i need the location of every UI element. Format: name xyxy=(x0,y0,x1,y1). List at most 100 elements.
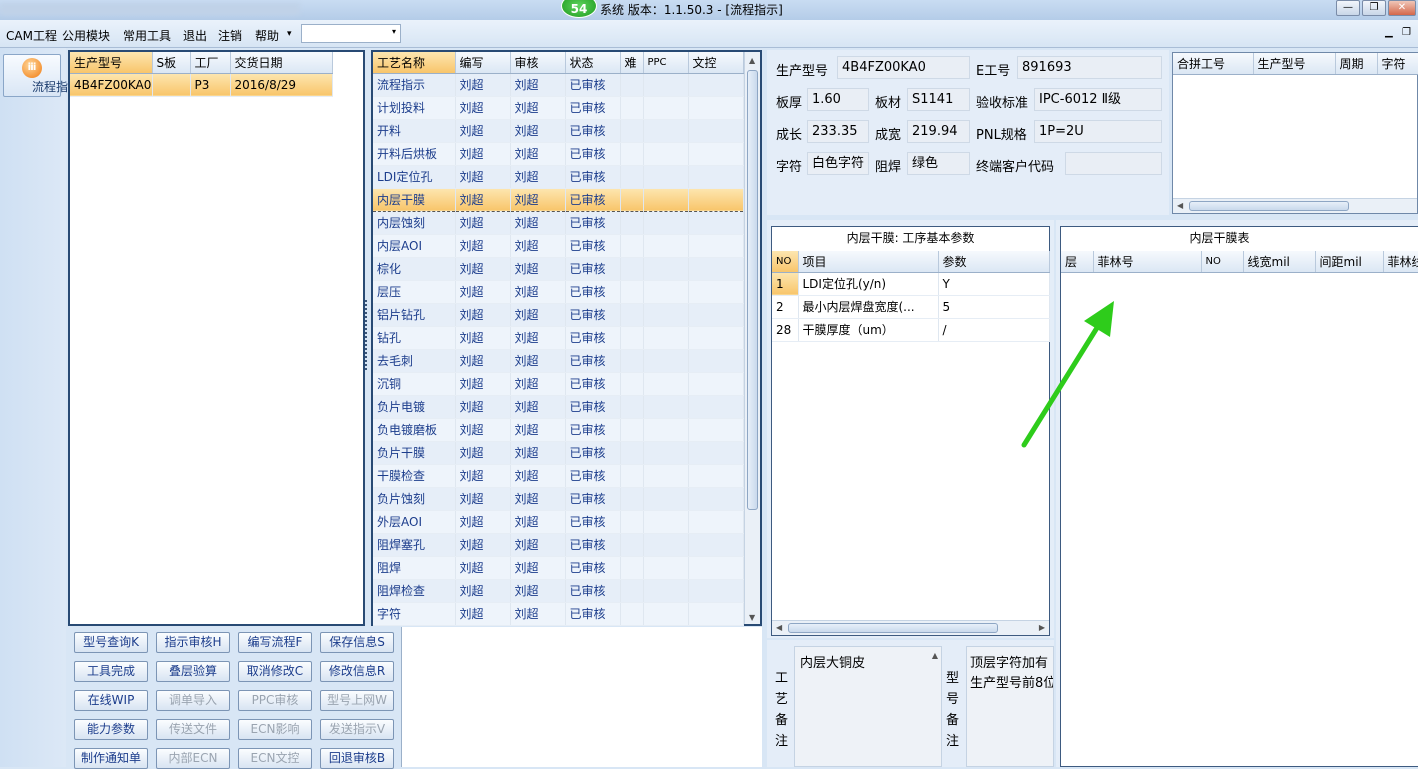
customer-code-field[interactable] xyxy=(1065,152,1162,175)
craft-note-box[interactable]: 内层大铜皮 ▲ xyxy=(794,646,942,767)
help-dropdown-icon[interactable]: ▾ xyxy=(287,29,292,39)
table-row[interactable]: 1 LDI定位孔(y/n) Y xyxy=(772,272,1050,296)
mdi-restore-button[interactable]: ❐ xyxy=(1402,27,1411,38)
scroll-thumb[interactable] xyxy=(747,70,758,510)
solder-mask-field[interactable]: 绿色 xyxy=(907,152,970,175)
col-spacing[interactable]: 间距mil xyxy=(1315,251,1384,273)
scroll-left-icon[interactable]: ◀ xyxy=(776,623,782,632)
pnl-spec-field[interactable]: 1P=2U xyxy=(1034,120,1162,143)
table-row[interactable]: 外层AOI 刘超 刘超 已审核 xyxy=(373,510,744,534)
table-row[interactable]: 内层AOI 刘超 刘超 已审核 xyxy=(373,234,744,258)
col-status[interactable]: 状态 xyxy=(565,52,621,74)
table-row[interactable]: 负电镀磨板 刘超 刘超 已审核 xyxy=(373,418,744,442)
mdi-minimize-button[interactable]: ▁ xyxy=(1385,27,1393,38)
restore-button[interactable]: ❐ xyxy=(1362,0,1386,16)
action-button[interactable]: 回退审核B xyxy=(320,748,394,769)
scroll-thumb[interactable] xyxy=(788,623,998,633)
table-row[interactable]: 负片电镀 刘超 刘超 已审核 xyxy=(373,395,744,419)
col-model[interactable]: 生产型号 xyxy=(70,52,153,74)
scroll-up-icon[interactable]: ▲ xyxy=(932,651,938,660)
scroll-thumb[interactable] xyxy=(1189,201,1349,211)
col-s-board[interactable]: S板 xyxy=(152,52,191,74)
model-note-box[interactable]: 顶层字符加有 生产型号前8位 xyxy=(966,646,1054,767)
col-merge-no[interactable]: 合拼工号 xyxy=(1173,53,1254,75)
merge-horizontal-scrollbar[interactable]: ◀ xyxy=(1173,198,1417,213)
col-factory[interactable]: 工厂 xyxy=(190,52,231,74)
action-button[interactable]: 型号上网W xyxy=(320,690,394,711)
col-film-index[interactable]: NO xyxy=(1201,251,1244,273)
col-film-no[interactable]: 菲林号 xyxy=(1093,251,1202,273)
col-param-item[interactable]: 项目 xyxy=(798,251,939,273)
col-film-line[interactable]: 菲林线 xyxy=(1383,251,1418,273)
table-row[interactable]: 字符 刘超 刘超 已审核 xyxy=(373,602,744,626)
thickness-field[interactable]: 1.60 xyxy=(807,88,869,111)
action-button[interactable]: 修改信息R xyxy=(320,661,394,682)
params-horizontal-scrollbar[interactable]: ◀ ▶ xyxy=(772,620,1049,635)
e-number-field[interactable]: 891693 xyxy=(1017,56,1162,79)
action-button[interactable]: 内部ECN xyxy=(156,748,230,769)
table-row[interactable]: 沉铜 刘超 刘超 已审核 xyxy=(373,372,744,396)
menu-combo-box[interactable]: ▾ xyxy=(301,24,401,43)
col-merge-char[interactable]: 字符 xyxy=(1377,53,1418,75)
menu-common-tools[interactable]: 常用工具 xyxy=(123,27,171,44)
action-button[interactable]: 指示审核H xyxy=(156,632,230,653)
action-button[interactable]: 叠层验算 xyxy=(156,661,230,682)
table-row[interactable]: 棕化 刘超 刘超 已审核 xyxy=(373,257,744,281)
action-button[interactable]: 发送指示V xyxy=(320,719,394,740)
length-field[interactable]: 233.35 xyxy=(807,120,869,143)
table-row[interactable]: 开料后烘板 刘超 刘超 已审核 xyxy=(373,142,744,166)
table-row[interactable]: 阻焊检查 刘超 刘超 已审核 xyxy=(373,579,744,603)
col-difficulty[interactable]: 难 xyxy=(620,52,644,74)
col-line-width[interactable]: 线宽mil xyxy=(1243,251,1316,273)
action-button[interactable]: 型号查询K xyxy=(74,632,148,653)
action-button[interactable]: 保存信息S xyxy=(320,632,394,653)
acceptance-standard-field[interactable]: IPC-6012 Ⅱ级 xyxy=(1034,88,1162,111)
action-button[interactable]: ECN文控 xyxy=(238,748,312,769)
table-row[interactable]: LDI定位孔 刘超 刘超 已审核 xyxy=(373,165,744,189)
scroll-right-icon[interactable]: ▶ xyxy=(1039,623,1045,632)
action-button[interactable]: 调单导入 xyxy=(156,690,230,711)
table-row[interactable]: 流程指示 刘超 刘超 已审核 xyxy=(373,73,744,97)
table-row[interactable]: 内层蚀刻 刘超 刘超 已审核 xyxy=(373,211,744,235)
splitter-handle[interactable] xyxy=(365,300,370,370)
action-button[interactable]: 工具完成 xyxy=(74,661,148,682)
character-field[interactable]: 白色字符 xyxy=(807,152,869,175)
col-merge-period[interactable]: 周期 xyxy=(1335,53,1378,75)
col-process-name[interactable]: 工艺名称 xyxy=(373,52,456,74)
table-row[interactable]: 负片干膜 刘超 刘超 已审核 xyxy=(373,441,744,465)
table-row[interactable]: 钻孔 刘超 刘超 已审核 xyxy=(373,326,744,350)
col-reviewer[interactable]: 审核 xyxy=(510,52,566,74)
table-row[interactable]: 铝片钻孔 刘超 刘超 已审核 xyxy=(373,303,744,327)
action-button[interactable]: 编写流程F xyxy=(238,632,312,653)
col-param-no[interactable]: NO xyxy=(772,251,799,273)
model-field[interactable]: 4B4FZ00KA0 xyxy=(837,56,970,79)
col-merge-model[interactable]: 生产型号 xyxy=(1253,53,1336,75)
menu-exit[interactable]: 退出 xyxy=(183,27,207,44)
col-ppc[interactable]: PPC xyxy=(643,52,689,74)
action-button[interactable]: ECN影响 xyxy=(238,719,312,740)
scroll-up-icon[interactable]: ▲ xyxy=(749,56,755,65)
table-row[interactable]: 干膜检查 刘超 刘超 已审核 xyxy=(373,464,744,488)
table-row[interactable]: 4B4FZ00KA0 P3 2016/8/29 xyxy=(70,73,333,97)
col-doc-control[interactable]: 文控 xyxy=(688,52,744,74)
material-field[interactable]: S1141 xyxy=(907,88,970,111)
scroll-left-icon[interactable]: ◀ xyxy=(1177,201,1183,210)
action-button[interactable]: 传送文件 xyxy=(156,719,230,740)
table-row[interactable]: 计划投料 刘超 刘超 已审核 xyxy=(373,96,744,120)
minimize-button[interactable]: — xyxy=(1336,0,1360,16)
action-button[interactable]: 在线WIP xyxy=(74,690,148,711)
menu-help[interactable]: 帮助 xyxy=(255,27,279,44)
process-vertical-scrollbar[interactable]: ▲ ▼ xyxy=(744,52,760,624)
col-delivery-date[interactable]: 交货日期 xyxy=(230,52,333,74)
width-field[interactable]: 219.94 xyxy=(907,120,970,143)
table-row[interactable]: 负片蚀刻 刘超 刘超 已审核 xyxy=(373,487,744,511)
table-row[interactable]: 层压 刘超 刘超 已审核 xyxy=(373,280,744,304)
table-row[interactable]: 开料 刘超 刘超 已审核 xyxy=(373,119,744,143)
flow-instruction-button[interactable]: ⅲ 流程指示 xyxy=(3,54,80,97)
action-button[interactable]: 取消修改C xyxy=(238,661,312,682)
action-button[interactable]: PPC审核 xyxy=(238,690,312,711)
notification-badge[interactable]: 54 xyxy=(561,0,597,18)
scroll-down-icon[interactable]: ▼ xyxy=(749,613,755,622)
table-row[interactable]: 内层干膜 刘超 刘超 已审核 xyxy=(373,187,744,212)
action-button[interactable]: 制作通知单 xyxy=(74,748,148,769)
